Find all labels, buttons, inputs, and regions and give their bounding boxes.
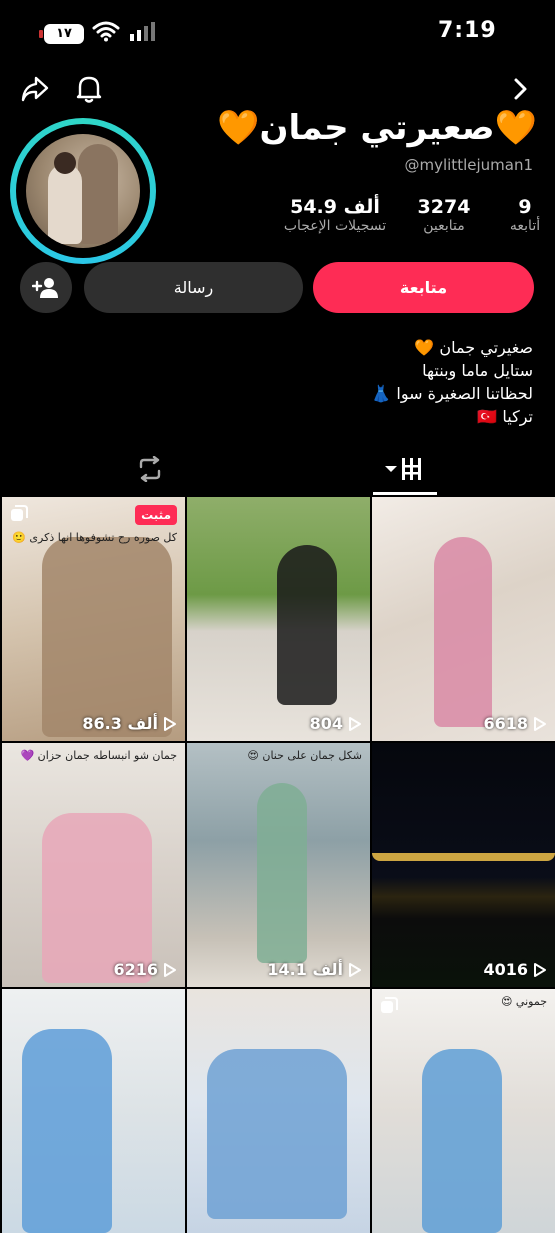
thumbnail-subject — [434, 537, 492, 727]
bio-line: ستايل ماما وبنتها — [422, 361, 533, 380]
view-count-text: 14.1 ألف — [267, 960, 343, 979]
stat-label: تسجيلات الإعجاب — [283, 218, 387, 234]
pinned-badge: مثبت — [135, 505, 177, 525]
view-count-text: 86.3 ألف — [82, 714, 158, 733]
thumbnail-caption: شكل جمان على حنان 😍 — [247, 749, 362, 762]
view-count: 804 — [310, 714, 362, 733]
thumbnail-subject — [372, 853, 555, 861]
play-icon — [349, 962, 361, 977]
battery-icon: ١٧ — [39, 24, 84, 44]
thumbnail-subject — [422, 1049, 502, 1233]
view-count-text: 4016 — [483, 960, 528, 979]
play-icon — [534, 716, 546, 731]
thumbnail-caption: كل صوره رح تشوفوها انها ذكرى 🙂 — [12, 531, 177, 544]
thumbnail-subject — [277, 545, 337, 705]
share-icon[interactable] — [18, 72, 52, 106]
play-icon — [164, 962, 176, 977]
play-icon — [534, 962, 546, 977]
follow-button[interactable]: متابعة — [313, 262, 534, 313]
status-time: 7:19 — [438, 18, 497, 43]
video-thumbnail[interactable]: 804 — [187, 497, 370, 741]
wifi-icon — [92, 21, 120, 42]
view-count-text: 6216 — [113, 960, 158, 979]
view-count-text: 6618 — [483, 714, 528, 733]
stat-label: متابعين — [423, 218, 465, 234]
video-thumbnail[interactable]: شكل جمان على حنان 😍 14.1 ألف — [187, 743, 370, 987]
username-handle: @mylittlejuman1 — [404, 156, 533, 174]
avatar[interactable] — [10, 118, 156, 264]
stat-value: 3274 — [417, 196, 471, 218]
video-thumbnail[interactable] — [187, 989, 370, 1233]
view-count: 4016 — [483, 960, 547, 979]
thumbnail-subject — [42, 813, 152, 983]
chevron-right-icon[interactable] — [505, 74, 535, 104]
bio-line: لحظاتنا الصغيرة سوا 👗 — [371, 384, 533, 403]
view-count: 14.1 ألف — [267, 960, 362, 979]
message-button[interactable]: رسالة — [84, 262, 303, 313]
stat-followers[interactable]: 3274 متابعين — [408, 196, 480, 234]
thumbnail-subject — [207, 1049, 347, 1219]
multi-photo-icon — [381, 997, 398, 1013]
stat-value: 9 — [518, 196, 532, 218]
play-icon — [349, 716, 361, 731]
stat-likes[interactable]: 54.9 ألف تسجيلات الإعجاب — [280, 196, 390, 234]
grid-icon[interactable] — [383, 454, 429, 484]
video-thumbnail[interactable]: جمان شو انبساطه جمان حزان 💜 6216 — [2, 743, 185, 987]
view-count: 86.3 ألف — [82, 714, 177, 733]
active-tab-indicator — [373, 492, 437, 495]
stat-label: أتابعه — [509, 218, 541, 234]
multi-photo-icon — [11, 505, 28, 521]
stat-value: 54.9 ألف — [290, 196, 380, 218]
bio-line: تركيا 🇹🇷 — [477, 407, 533, 426]
view-count: 6216 — [113, 960, 177, 979]
profile-bio: صغيرتي جمان 🧡 ستايل ماما وبنتها لحظاتنا … — [133, 336, 533, 428]
repost-icon[interactable] — [135, 454, 165, 484]
video-thumbnail[interactable] — [2, 989, 185, 1233]
add-friend-button[interactable] — [20, 262, 72, 313]
add-person-icon — [32, 277, 58, 298]
video-thumbnail[interactable]: جموني 😍 — [372, 989, 555, 1233]
display-name: 🧡صعيرتي جمان🧡 — [217, 108, 537, 148]
video-thumbnail[interactable]: 4016 — [372, 743, 555, 987]
thumbnail-subject — [22, 1029, 112, 1233]
bell-icon[interactable] — [72, 72, 106, 106]
view-count: 6618 — [483, 714, 547, 733]
stat-following[interactable]: 9 أتابعه — [490, 196, 555, 234]
bio-line: صغيرتي جمان 🧡 — [414, 338, 533, 357]
thumbnail-caption: جموني 😍 — [500, 995, 547, 1008]
view-count-text: 804 — [309, 714, 343, 733]
signal-icon — [130, 22, 155, 41]
video-thumbnail[interactable]: 6618 — [372, 497, 555, 741]
thumbnail-subject — [42, 537, 172, 737]
thumbnail-subject — [257, 783, 307, 963]
play-icon — [164, 716, 176, 731]
video-thumbnail[interactable]: كل صوره رح تشوفوها انها ذكرى 🙂 مثبت 86.3 أ… — [2, 497, 185, 741]
thumbnail-caption: جمان شو انبساطه جمان حزان 💜 — [20, 749, 177, 762]
